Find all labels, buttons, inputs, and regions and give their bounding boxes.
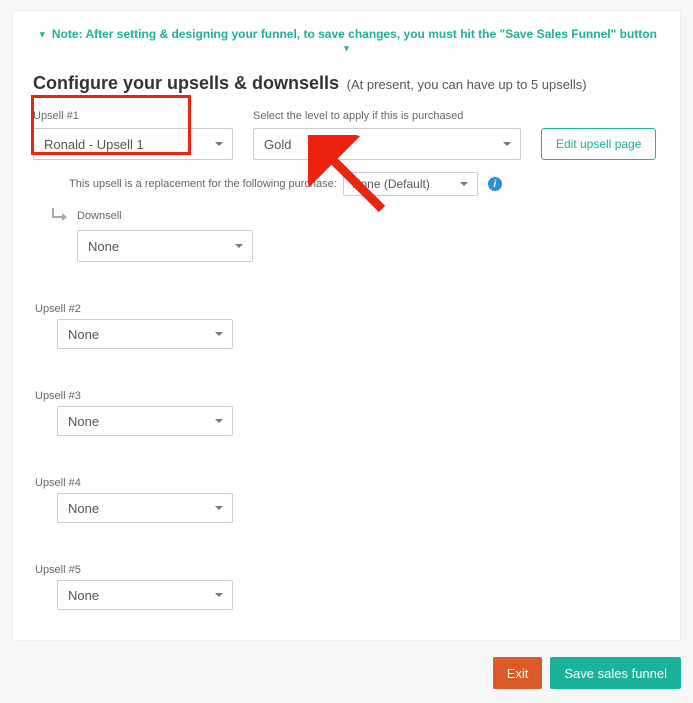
replacement-value: None (Default) [352, 177, 430, 191]
exit-button[interactable]: Exit [493, 657, 543, 689]
upsell-3-label: Upsell #3 [35, 390, 81, 402]
downsell-row: Downsell [33, 208, 660, 224]
upsell-2-group: Upsell #2 None [33, 300, 660, 349]
level-select[interactable]: Gold [253, 128, 521, 160]
replacement-label: This upsell is a replacement for the fol… [69, 178, 337, 190]
upsell-3-select[interactable]: None [57, 406, 233, 436]
downsell-label: Downsell [77, 210, 122, 222]
config-panel: ▾ Note: After setting & designing your f… [12, 10, 681, 641]
page-subtitle: (At present, you can have up to 5 upsell… [347, 77, 587, 92]
downsell-value: None [88, 239, 119, 254]
save-label: Save sales funnel [564, 666, 667, 681]
chevron-down-icon: ▾ [40, 29, 45, 40]
upsell-3-group: Upsell #3 None [33, 387, 660, 436]
upsell-4-label: Upsell #4 [35, 477, 81, 489]
edit-upsell-page-button[interactable]: Edit upsell page [541, 128, 656, 160]
downsell-arrow-icon [51, 208, 71, 224]
level-block: Select the level to apply if this is pur… [253, 110, 521, 160]
upsell-4-select[interactable]: None [57, 493, 233, 523]
footer-actions: Exit Save sales funnel [0, 657, 693, 703]
note-text: Note: After setting & designing your fun… [52, 27, 657, 41]
page-title: Configure your upsells & downsells [33, 73, 339, 93]
upsell-3-value: None [68, 414, 99, 429]
note-banner[interactable]: ▾ Note: After setting & designing your f… [33, 27, 660, 55]
upsell-2-value: None [68, 327, 99, 342]
upsell-5-select[interactable]: None [57, 580, 233, 610]
upsell-1-row: Upsell #1 Ronald - Upsell 1 Select the l… [33, 110, 660, 160]
replacement-select[interactable]: None (Default) [343, 172, 478, 196]
upsell-1-label: Upsell #1 [33, 110, 233, 122]
exit-label: Exit [507, 666, 529, 681]
upsell-2-label: Upsell #2 [35, 303, 81, 315]
heading-row: Configure your upsells & downsells (At p… [33, 73, 660, 94]
replacement-row: This upsell is a replacement for the fol… [33, 172, 660, 196]
info-icon[interactable]: i [488, 177, 502, 191]
edit-upsell-page-label: Edit upsell page [556, 137, 641, 151]
save-sales-funnel-button[interactable]: Save sales funnel [550, 657, 681, 689]
upsell-5-value: None [68, 588, 99, 603]
upsell-1-select[interactable]: Ronald - Upsell 1 [33, 128, 233, 160]
downsell-select-row: None [33, 230, 660, 262]
upsell-2-select[interactable]: None [57, 319, 233, 349]
upsell-5-group: Upsell #5 None [33, 561, 660, 610]
downsell-select[interactable]: None [77, 230, 253, 262]
level-value: Gold [264, 137, 291, 152]
upsell-4-value: None [68, 501, 99, 516]
upsell-1-block: Upsell #1 Ronald - Upsell 1 [33, 110, 233, 160]
chevron-down-icon: ▾ [344, 43, 349, 54]
level-label: Select the level to apply if this is pur… [253, 110, 521, 122]
upsell-5-label: Upsell #5 [35, 564, 81, 576]
upsell-1-value: Ronald - Upsell 1 [44, 137, 144, 152]
upsell-4-group: Upsell #4 None [33, 474, 660, 523]
